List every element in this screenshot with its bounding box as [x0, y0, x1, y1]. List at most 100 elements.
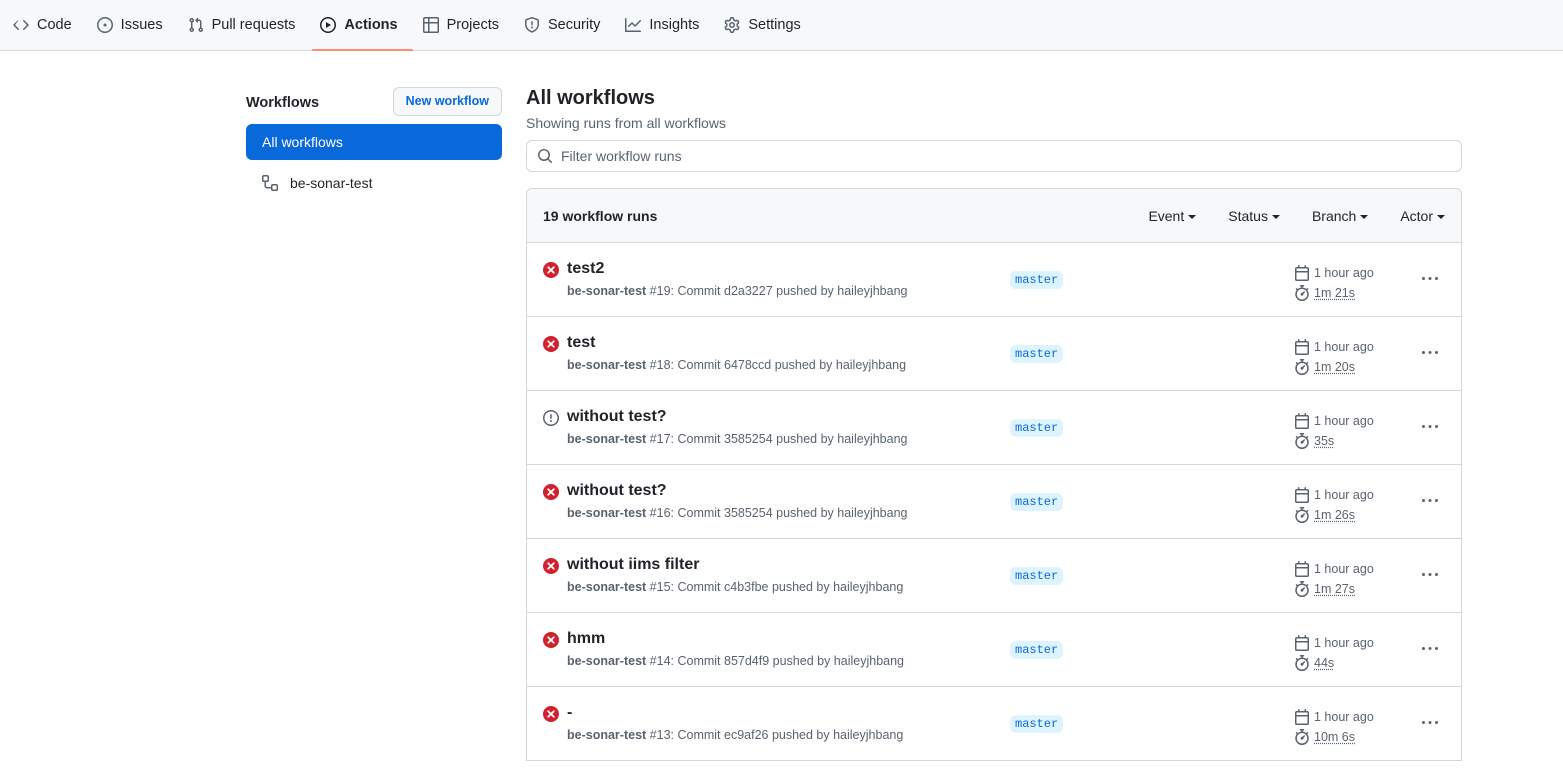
- page-subtitle: Showing runs from all workflows: [526, 115, 726, 131]
- run-meta-text: #16: Commit 3585254 pushed by haileyjhba…: [646, 506, 908, 520]
- event-filter-dropdown[interactable]: Event: [1148, 208, 1197, 224]
- run-menu-button[interactable]: [1416, 267, 1444, 291]
- run-menu-button[interactable]: [1416, 341, 1444, 365]
- workflows-sidebar: Workflows New workflow All workflows be-…: [246, 86, 502, 201]
- tab-code[interactable]: Code: [4, 0, 88, 50]
- run-meta: be-sonar-test #14: Commit 857d4f9 pushed…: [567, 653, 904, 669]
- status-icon: [543, 632, 559, 648]
- branch-badge[interactable]: master: [1010, 271, 1064, 289]
- run-title-link[interactable]: without test?: [567, 407, 667, 427]
- run-meta: be-sonar-test #15: Commit c4b3fbe pushed…: [567, 579, 903, 595]
- table-row: test be-sonar-test #18: Commit 6478ccd p…: [527, 317, 1461, 391]
- git-pull-request-icon: [188, 17, 204, 33]
- tab-label: Issues: [120, 17, 163, 33]
- run-menu-button[interactable]: [1416, 563, 1444, 587]
- run-menu-button[interactable]: [1416, 711, 1444, 735]
- run-workflow-name: be-sonar-test: [567, 654, 647, 668]
- run-when: 1 hour ago: [1314, 562, 1374, 576]
- run-title-link[interactable]: without iims filter: [567, 555, 699, 575]
- run-menu-button[interactable]: [1416, 415, 1444, 439]
- run-timing: 1 hour ago 1m 26s: [1294, 485, 1374, 525]
- calendar-icon: [1294, 561, 1310, 577]
- kebab-horizontal-icon: [1422, 721, 1438, 724]
- stopwatch-icon: [1294, 285, 1310, 301]
- filter-box: [526, 140, 1462, 172]
- run-workflow-name: be-sonar-test: [567, 358, 647, 372]
- calendar-icon: [1294, 635, 1310, 651]
- run-title-link[interactable]: hmm: [567, 629, 605, 649]
- table-row: test2 be-sonar-test #19: Commit d2a3227 …: [527, 243, 1461, 317]
- tab-pull-requests[interactable]: Pull requests: [179, 0, 312, 50]
- branch-badge[interactable]: master: [1010, 641, 1064, 659]
- calendar-icon: [1294, 709, 1310, 725]
- runs-count: 19 workflow runs: [543, 207, 658, 224]
- sidebar-item-all-workflows[interactable]: All workflows: [246, 124, 502, 160]
- sidebar-item-be-sonar-test[interactable]: be-sonar-test: [246, 165, 502, 201]
- run-date: 1 hour ago: [1294, 263, 1374, 283]
- branch-badge[interactable]: master: [1010, 567, 1064, 585]
- dropdown-label: Branch: [1311, 207, 1357, 224]
- run-timing: 1 hour ago 1m 20s: [1294, 337, 1374, 377]
- shield-icon: [524, 17, 540, 33]
- run-when: 1 hour ago: [1314, 636, 1374, 650]
- tab-label: Code: [37, 17, 72, 33]
- run-meta-text: #18: Commit 6478ccd pushed by haileyjhba…: [646, 358, 907, 372]
- tab-projects[interactable]: Projects: [414, 0, 515, 50]
- stopwatch-icon: [1294, 433, 1310, 449]
- x-circle-fill-icon: [543, 706, 559, 722]
- run-title-link[interactable]: without test?: [567, 481, 667, 501]
- run-meta-text: #17: Commit 3585254 pushed by haileyjhba…: [646, 432, 908, 446]
- tab-actions[interactable]: Actions: [311, 0, 413, 51]
- filter-workflow-runs-input[interactable]: [561, 142, 1461, 170]
- runs-rows: test2 be-sonar-test #19: Commit d2a3227 …: [527, 243, 1461, 761]
- status-filter-dropdown[interactable]: Status: [1228, 208, 1280, 224]
- new-workflow-button[interactable]: New workflow: [392, 86, 502, 116]
- status-icon: [543, 336, 559, 352]
- tab-security[interactable]: Security: [515, 0, 616, 50]
- sidebar-title: Workflows: [246, 94, 320, 111]
- run-menu-button[interactable]: [1416, 637, 1444, 661]
- code-icon: [13, 17, 29, 33]
- run-title-link[interactable]: test: [567, 333, 595, 353]
- repo-nav: Code Issues Pull requests Actions Projec…: [0, 0, 1563, 51]
- calendar-icon: [1294, 413, 1310, 429]
- run-meta: be-sonar-test #16: Commit 3585254 pushed…: [567, 505, 907, 521]
- run-title-link[interactable]: test2: [567, 259, 604, 279]
- branch-badge[interactable]: master: [1010, 345, 1064, 363]
- tab-label: Projects: [446, 17, 499, 33]
- tab-insights[interactable]: Insights: [616, 0, 715, 50]
- dropdown-label: Status: [1228, 207, 1268, 224]
- kebab-horizontal-icon: [1422, 647, 1438, 650]
- run-timing: 1 hour ago 35s: [1294, 411, 1374, 451]
- run-meta: be-sonar-test #18: Commit 6478ccd pushed…: [567, 357, 906, 373]
- branch-badge[interactable]: master: [1010, 715, 1064, 733]
- branch-badge[interactable]: master: [1010, 419, 1064, 437]
- x-circle-fill-icon: [543, 558, 559, 574]
- tab-issues[interactable]: Issues: [88, 0, 179, 50]
- run-when: 1 hour ago: [1314, 266, 1374, 280]
- branch-badge[interactable]: master: [1010, 493, 1064, 511]
- calendar-icon: [1294, 339, 1310, 355]
- run-timing: 1 hour ago 44s: [1294, 633, 1374, 673]
- run-duration-value: 1m 20s: [1314, 360, 1355, 374]
- run-duration-value: 1m 27s: [1314, 582, 1355, 596]
- run-menu-button[interactable]: [1416, 489, 1444, 513]
- tab-settings[interactable]: Settings: [715, 0, 816, 50]
- run-timing: 1 hour ago 1m 27s: [1294, 559, 1374, 599]
- table-row: without test? be-sonar-test #16: Commit …: [527, 465, 1461, 539]
- branch-filter-dropdown[interactable]: Branch: [1311, 207, 1369, 224]
- run-duration: 10m 6s: [1294, 727, 1374, 747]
- graph-icon: [625, 17, 642, 33]
- run-when: 1 hour ago: [1314, 488, 1374, 502]
- run-meta-text: #14: Commit 857d4f9 pushed by haileyjhba…: [646, 654, 904, 668]
- alert-circle-icon: [543, 410, 559, 426]
- run-when: 1 hour ago: [1314, 710, 1374, 724]
- run-date: 1 hour ago: [1294, 559, 1374, 579]
- run-duration-value: 10m 6s: [1314, 730, 1355, 744]
- run-timing: 1 hour ago 1m 21s: [1294, 263, 1374, 303]
- kebab-horizontal-icon: [1422, 351, 1438, 354]
- actor-filter-dropdown[interactable]: Actor: [1400, 208, 1445, 224]
- run-title-link[interactable]: -: [567, 703, 572, 723]
- tab-label: Security: [547, 17, 601, 33]
- stopwatch-icon: [1294, 729, 1310, 745]
